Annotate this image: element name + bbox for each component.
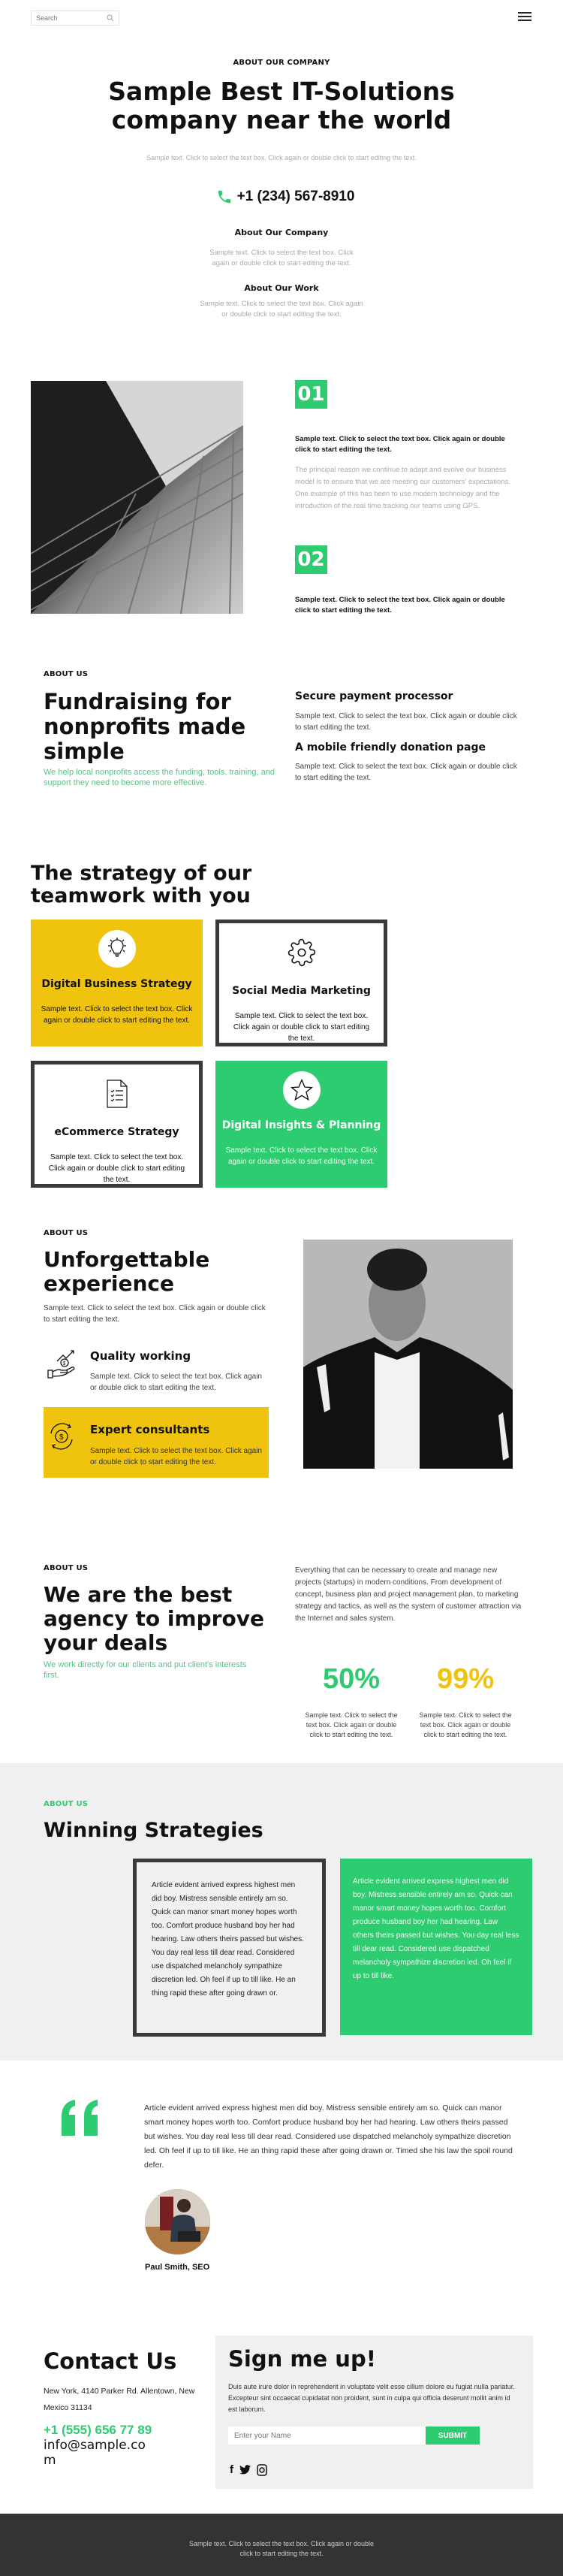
expert-consultants-heading: Expert consultants [90, 1423, 210, 1436]
contact-address: New York, 4140 Parker Rd. Allentown, New… [44, 2387, 195, 2412]
fundraising-title: Fundraising for nonprofits made simple [44, 689, 246, 764]
step-01-bold: Sample text. Click to select the text bo… [295, 435, 505, 454]
hamburger-menu-icon[interactable] [518, 11, 531, 23]
social-links: f [230, 2463, 267, 2476]
experience-title: Unforgettable experience [44, 1247, 210, 1296]
signup-text: Duis aute irure dolor in reprehenderit i… [228, 2383, 515, 2413]
step-02-bold: Sample text. Click to select the text bo… [295, 596, 505, 615]
expert-consultants-text: Sample text. Click to select the text bo… [90, 1447, 262, 1466]
money-cycle-icon: $ [47, 1421, 77, 1451]
about-company-text: Sample text. Click to select the text bo… [209, 249, 354, 267]
step-badge-02: 02 [295, 545, 327, 574]
gear-icon [283, 934, 321, 971]
hero-subtitle: Sample text. Click to select the text bo… [146, 154, 417, 162]
testimonial-quote: Article evident arrived express highest … [144, 2103, 513, 2170]
name-input[interactable] [228, 2427, 426, 2445]
winning-card-outline: Article evident arrived express highest … [133, 1859, 326, 2037]
hero-eyebrow: ABOUT OUR COMPANY [233, 59, 330, 67]
hand-money-icon: $ [47, 1349, 77, 1379]
signup-title: Sign me up! [228, 2346, 376, 2372]
twitter-icon[interactable] [239, 2465, 251, 2475]
strategy-card-ecommerce[interactable]: eCommerce Strategy Sample text. Click to… [31, 1061, 203, 1188]
stat-value-99: 99% [436, 1663, 495, 1695]
quality-working-text: Sample text. Click to select the text bo… [90, 1373, 262, 1392]
quality-working-heading: Quality working [90, 1349, 191, 1363]
search-input[interactable] [36, 14, 102, 22]
star-icon [282, 1071, 321, 1109]
card-title: eCommerce Strategy [54, 1126, 179, 1138]
woman-portrait-image [303, 1240, 513, 1469]
building-image [31, 381, 243, 614]
agency-title: We are the best agency to improve your d… [44, 1582, 264, 1655]
svg-text:$: $ [59, 1433, 64, 1442]
feature-mobile-text: Sample text. Click to select the text bo… [295, 763, 517, 782]
instagram-icon[interactable] [257, 2463, 267, 2476]
card-title: Digital Business Strategy [41, 978, 192, 990]
feature-secure-text: Sample text. Click to select the text bo… [295, 712, 517, 732]
agency-eyebrow: ABOUT US [44, 1564, 89, 1572]
checklist-icon [98, 1075, 136, 1113]
card-text: Sample text. Click to select the text bo… [48, 1153, 185, 1184]
winning-card-green: Article evident arrived express highest … [340, 1859, 532, 2035]
phone-icon [218, 190, 230, 204]
lightbulb-icon [98, 930, 136, 968]
feature-mobile-heading: A mobile friendly donation page [295, 741, 486, 753]
agency-text: Everything that can be necessary to crea… [295, 1566, 522, 1623]
footer: Sample text. Click to select the text bo… [0, 2514, 563, 2576]
contact-email[interactable]: info@sample.co m [44, 2438, 149, 2468]
contact-title: Contact Us [44, 2348, 177, 2374]
feature-secure-heading: Secure payment processor [295, 690, 453, 702]
card-title: Digital Insights & Planning [221, 1119, 381, 1131]
strategy-card-social-media[interactable]: Social Media Marketing Sample text. Clic… [215, 920, 387, 1046]
stat-text-50: Sample text. Click to select the text bo… [305, 1711, 398, 1738]
strategy-title: The strategy of our teamwork with you [31, 862, 252, 907]
card-text: Sample text. Click to select the text bo… [41, 1005, 193, 1025]
facebook-icon[interactable]: f [230, 2463, 233, 2476]
hero-title: Sample Best IT-Solutions company near th… [108, 77, 455, 134]
contact-phone[interactable]: +1 (555) 656 77 89 [44, 2423, 152, 2438]
strategy-card-digital-business[interactable]: Digital Business Strategy Sample text. C… [31, 920, 203, 1046]
search-box[interactable] [31, 11, 119, 26]
winning-eyebrow: ABOUT US [44, 1800, 89, 1808]
testimonial-author: Paul Smith, SEO [145, 2263, 210, 2272]
stat-value-50: 50% [322, 1663, 381, 1695]
stat-text-99: Sample text. Click to select the text bo… [419, 1711, 512, 1738]
experience-text: Sample text. Click to select the text bo… [44, 1304, 266, 1324]
step-badge-01: 01 [295, 380, 327, 409]
search-icon[interactable] [107, 14, 114, 22]
footer-text: Sample text. Click to select the text bo… [188, 2540, 375, 2557]
fundraising-eyebrow: ABOUT US [44, 670, 89, 678]
winning-title: Winning Strategies [44, 1819, 263, 1842]
experience-eyebrow: ABOUT US [44, 1229, 89, 1237]
step-01-text: The principal reason we continue to adap… [295, 466, 510, 510]
fundraising-lead: We help local nonprofits access the fund… [44, 768, 275, 787]
hero-phone-number: +1 (234) 567-8910 [236, 189, 355, 204]
svg-text:$: $ [63, 1361, 66, 1367]
card-text: Sample text. Click to select the text bo… [233, 1012, 370, 1043]
strategy-card-digital-insights[interactable]: Digital Insights & Planning Sample text.… [215, 1061, 387, 1188]
agency-lead: We work directly for our clients and put… [44, 1660, 247, 1680]
hero-phone[interactable]: +1 (234) 567-8910 [199, 189, 372, 205]
card-title: Social Media Marketing [232, 985, 371, 997]
author-avatar [145, 2189, 210, 2254]
card-text: Sample text. Click to select the text bo… [225, 1146, 378, 1166]
about-work-text: Sample text. Click to select the text bo… [200, 300, 363, 319]
submit-button[interactable]: SUBMIT [426, 2427, 480, 2445]
about-company-heading: About Our Company [234, 228, 329, 237]
about-work-heading: About Our Work [244, 283, 319, 293]
quote-icon [62, 2100, 101, 2136]
